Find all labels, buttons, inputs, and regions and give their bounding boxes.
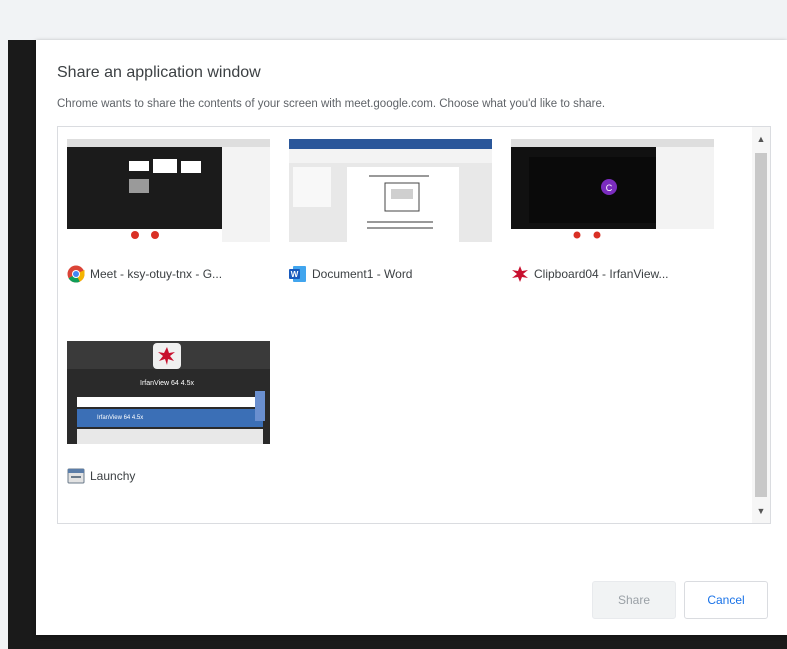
browser-top-strip [0,0,787,40]
window-thumbnail: C [511,139,714,242]
window-label-text: Document1 - Word [312,267,413,281]
window-label: Meet - ksy-otuy-tnx - G... [67,265,222,283]
irfanview-icon [511,265,529,283]
cancel-button[interactable]: Cancel [684,581,768,619]
scroll-down-arrow-icon[interactable]: ▼ [752,501,770,521]
window-list-scrollbar[interactable]: ▲ ▼ [752,127,770,523]
share-window-dialog: Share an application window Chrome wants… [36,40,787,635]
window-thumbnail: IrfanView 64 4.5x IrfanView 64 4.5x [67,341,270,444]
scroll-up-arrow-icon[interactable]: ▲ [752,129,770,149]
scrollbar-thumb[interactable] [755,153,767,497]
window-label-text: Meet - ksy-otuy-tnx - G... [90,267,223,281]
window-label-text: Launchy [90,469,136,483]
svg-text:C: C [606,183,613,193]
window-tile-launchy[interactable]: IrfanView 64 4.5x IrfanView 64 4.5x Laun… [58,329,270,499]
window-list: Meet - ksy-otuy-tnx - G... W Document1 -… [57,126,771,524]
launchy-icon [67,467,85,485]
window-thumbnail [67,139,270,242]
dialog-title: Share an application window [57,64,261,81]
launchy-thumb-item: IrfanView 64 4.5x [97,415,143,421]
word-icon: W [289,265,307,283]
window-label: W Document1 - Word [289,265,412,283]
window-tile-meet[interactable]: Meet - ksy-otuy-tnx - G... [58,127,270,297]
dialog-subtitle: Chrome wants to share the contents of yo… [57,98,606,110]
chrome-icon [67,265,85,283]
window-label-text: Clipboard04 - IrfanView... [534,267,669,281]
launchy-thumb-title: IrfanView 64 4.5x [140,380,194,387]
window-tile-word[interactable]: W Document1 - Word [280,127,492,297]
window-label: Clipboard04 - IrfanView... [511,265,669,283]
svg-text:W: W [291,270,299,279]
share-button[interactable]: Share [592,581,676,619]
window-thumbnail [289,139,492,242]
window-tile-irfanview[interactable]: C Clipboard04 - IrfanView... [502,127,714,297]
window-label: Launchy [67,467,135,485]
